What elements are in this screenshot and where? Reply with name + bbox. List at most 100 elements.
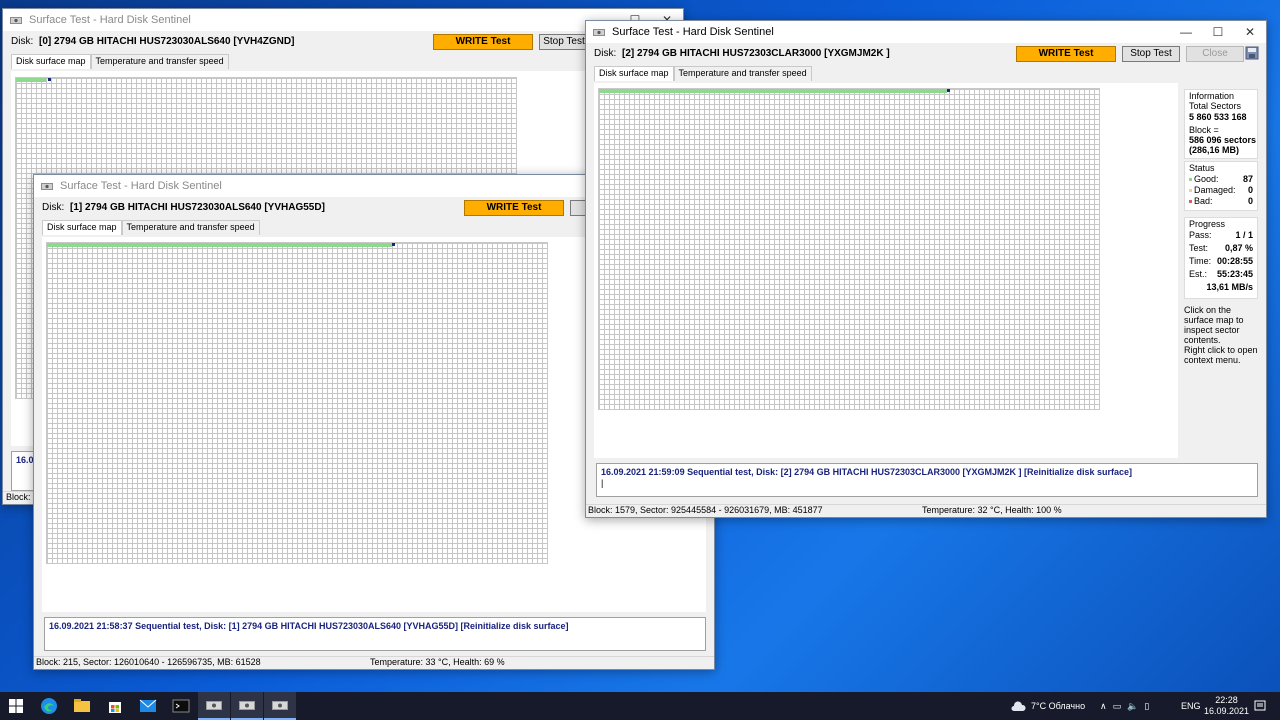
pass-label: Pass: [1189, 230, 1212, 240]
total-sectors-label: Total Sectors [1189, 101, 1242, 111]
log-text: 16.09.2021 21:58:37 Sequential test, Dis… [49, 621, 569, 631]
title-bar[interactable]: Surface Test - Hard Disk Sentinel — ☐ ✕ [586, 21, 1266, 43]
pass-row: Pass: 1 / 1 [1189, 230, 1253, 240]
notifications-icon[interactable] [1254, 692, 1266, 720]
store-icon[interactable] [99, 692, 131, 720]
test-value: 0,87 % [1224, 243, 1253, 253]
surface-map-grid[interactable] [598, 88, 1100, 410]
test-label: Test: [1189, 243, 1209, 253]
status-bar: Block: 1579, Sector: 925445584 - 9260316… [586, 504, 1266, 517]
cloud-icon [1011, 701, 1026, 711]
time-label: Time: [1189, 256, 1212, 266]
clock[interactable]: 22:28 16.09.2021 [1204, 692, 1249, 720]
est-value: 55:23:45 [1216, 269, 1253, 279]
good-sectors-bar [47, 243, 392, 247]
system-tray[interactable]: ∧ ▭ 🔈 ▯ [1100, 692, 1149, 720]
status-block: Block: 215, Sector: 126010640 - 12659673… [36, 657, 261, 667]
bad-label: Bad: [1194, 196, 1213, 206]
disk-label: Disk: [42, 202, 65, 213]
good-sectors-bar [16, 78, 46, 82]
status-temperature-health: Temperature: 32 °C, Health: 100 % [922, 505, 1062, 515]
maximize-button[interactable]: ☐ [1202, 21, 1234, 43]
close-window-button[interactable]: Close [1186, 46, 1244, 62]
current-block-marker [392, 243, 395, 246]
disk-name: [1] 2794 GB HITACHI HUS723030ALS640 [YVH… [70, 202, 325, 213]
est-row: Est.: 55:23:45 [1189, 269, 1253, 279]
surface-map-area[interactable] [594, 83, 1178, 458]
disk-label: Disk: [594, 48, 617, 59]
save-icon[interactable] [1245, 46, 1259, 60]
title-bar[interactable]: Surface Test - Hard Disk Sentinel — ☐ ✕ [3, 9, 683, 31]
terminal-icon[interactable] [165, 692, 197, 720]
window-title: Surface Test - Hard Disk Sentinel [29, 14, 191, 26]
tab-temperature-transfer-speed[interactable]: Temperature and transfer speed [121, 220, 260, 235]
stop-test-button[interactable]: Stop Test [1122, 46, 1180, 62]
damaged-color-swatch [1189, 189, 1192, 193]
tab-disk-surface-map[interactable]: Disk surface map [42, 220, 122, 235]
good-row: Good: 87 [1189, 174, 1253, 184]
hd-sentinel-icon [593, 29, 605, 36]
damaged-value: 0 [1247, 185, 1253, 195]
language-indicator[interactable]: ENG [1181, 692, 1201, 720]
good-value: 87 [1242, 174, 1253, 184]
disk-name: [2] 2794 GB HITACHI HUS72303CLAR3000 [YX… [622, 48, 890, 59]
hd-sentinel-taskbar-icon[interactable] [231, 692, 263, 720]
block-size-mb: (286,16 MB) [1189, 145, 1240, 155]
hd-sentinel-icon [41, 183, 53, 190]
current-block-marker [947, 89, 950, 92]
bad-color-swatch [1189, 200, 1192, 204]
pass-value: 1 / 1 [1235, 230, 1253, 240]
hd-sentinel-taskbar-icon[interactable] [264, 692, 296, 720]
chevron-up-icon[interactable]: ∧ [1100, 701, 1107, 712]
edge-icon[interactable] [33, 692, 65, 720]
log-text: 16.09.2021 21:59:09 Sequential test, Dis… [601, 467, 1133, 477]
stop-test-button[interactable]: Stop Test [539, 34, 589, 50]
write-test-button[interactable]: WRITE Test [464, 200, 564, 216]
time-value: 00:28:55 [1216, 256, 1253, 266]
weather-text: 7°C Облачно [1031, 701, 1086, 711]
disk-label: Disk: [11, 36, 34, 47]
surface-map-grid[interactable] [46, 242, 548, 564]
taskbar: 7°C Облачно ∧ ▭ 🔈 ▯ ENG 22:28 16.09.2021 [0, 692, 1280, 720]
minimize-button[interactable]: — [1170, 21, 1202, 43]
block-size-sectors: 586 096 sectors [1189, 135, 1257, 145]
progress-title: Progress [1189, 219, 1226, 229]
file-explorer-icon[interactable] [66, 692, 98, 720]
disk-name: [0] 2794 GB HITACHI HUS723030ALS640 [YVH… [39, 36, 295, 47]
time-row: Time: 00:28:55 [1189, 256, 1253, 266]
good-color-swatch [1189, 178, 1192, 182]
write-test-button[interactable]: WRITE Test [433, 34, 533, 50]
block-size-label: Block = [1189, 125, 1219, 135]
damaged-row: Damaged: 0 [1189, 185, 1253, 195]
tab-disk-surface-map[interactable]: Disk surface map [594, 66, 674, 81]
status-title: Status [1189, 163, 1215, 173]
help-text-context-menu: Right click to open context menu. [1184, 345, 1258, 365]
progress-group: Progress Pass: 1 / 1 Test: 0,87 % Time: 00:… [1184, 217, 1258, 299]
write-test-button[interactable]: WRITE Test [1016, 46, 1116, 62]
log-box[interactable]: 16.09.2021 21:59:09 Sequential test, Dis… [596, 463, 1258, 497]
good-sectors-bar [599, 89, 947, 93]
tab-disk-surface-map[interactable]: Disk surface map [11, 54, 91, 69]
log-box[interactable]: 16.09.2021 21:58:37 Sequential test, Dis… [44, 617, 706, 651]
status-temperature-health: Temperature: 33 °C, Health: 69 % [370, 657, 505, 667]
mail-icon[interactable] [132, 692, 164, 720]
tab-temperature-transfer-speed[interactable]: Temperature and transfer speed [673, 66, 812, 81]
battery-icon[interactable]: ▯ [1144, 701, 1149, 712]
hd-sentinel-taskbar-icon[interactable] [198, 692, 230, 720]
current-block-marker [48, 78, 51, 81]
bad-row: Bad: 0 [1189, 196, 1253, 206]
test-row: Test: 0,87 % [1189, 243, 1253, 253]
tab-temperature-transfer-speed[interactable]: Temperature and transfer speed [90, 54, 229, 69]
weather-widget[interactable]: 7°C Облачно [1010, 692, 1085, 720]
speaker-icon[interactable]: 🔈 [1127, 701, 1138, 712]
window-title: Surface Test - Hard Disk Sentinel [612, 26, 774, 38]
hd-sentinel-icon [10, 17, 22, 24]
est-label: Est.: [1189, 269, 1208, 279]
surface-test-window-disk2[interactable]: Surface Test - Hard Disk Sentinel — ☐ ✕ … [585, 20, 1267, 518]
help-text-inspect: Click on the surface map to inspect sect… [1184, 305, 1244, 345]
good-label: Good: [1194, 174, 1219, 184]
close-button[interactable]: ✕ [1234, 21, 1266, 43]
information-group: Information Total Sectors 5 860 533 168 … [1184, 89, 1258, 159]
windows-start-icon[interactable] [0, 692, 32, 720]
network-icon[interactable]: ▭ [1113, 701, 1122, 712]
